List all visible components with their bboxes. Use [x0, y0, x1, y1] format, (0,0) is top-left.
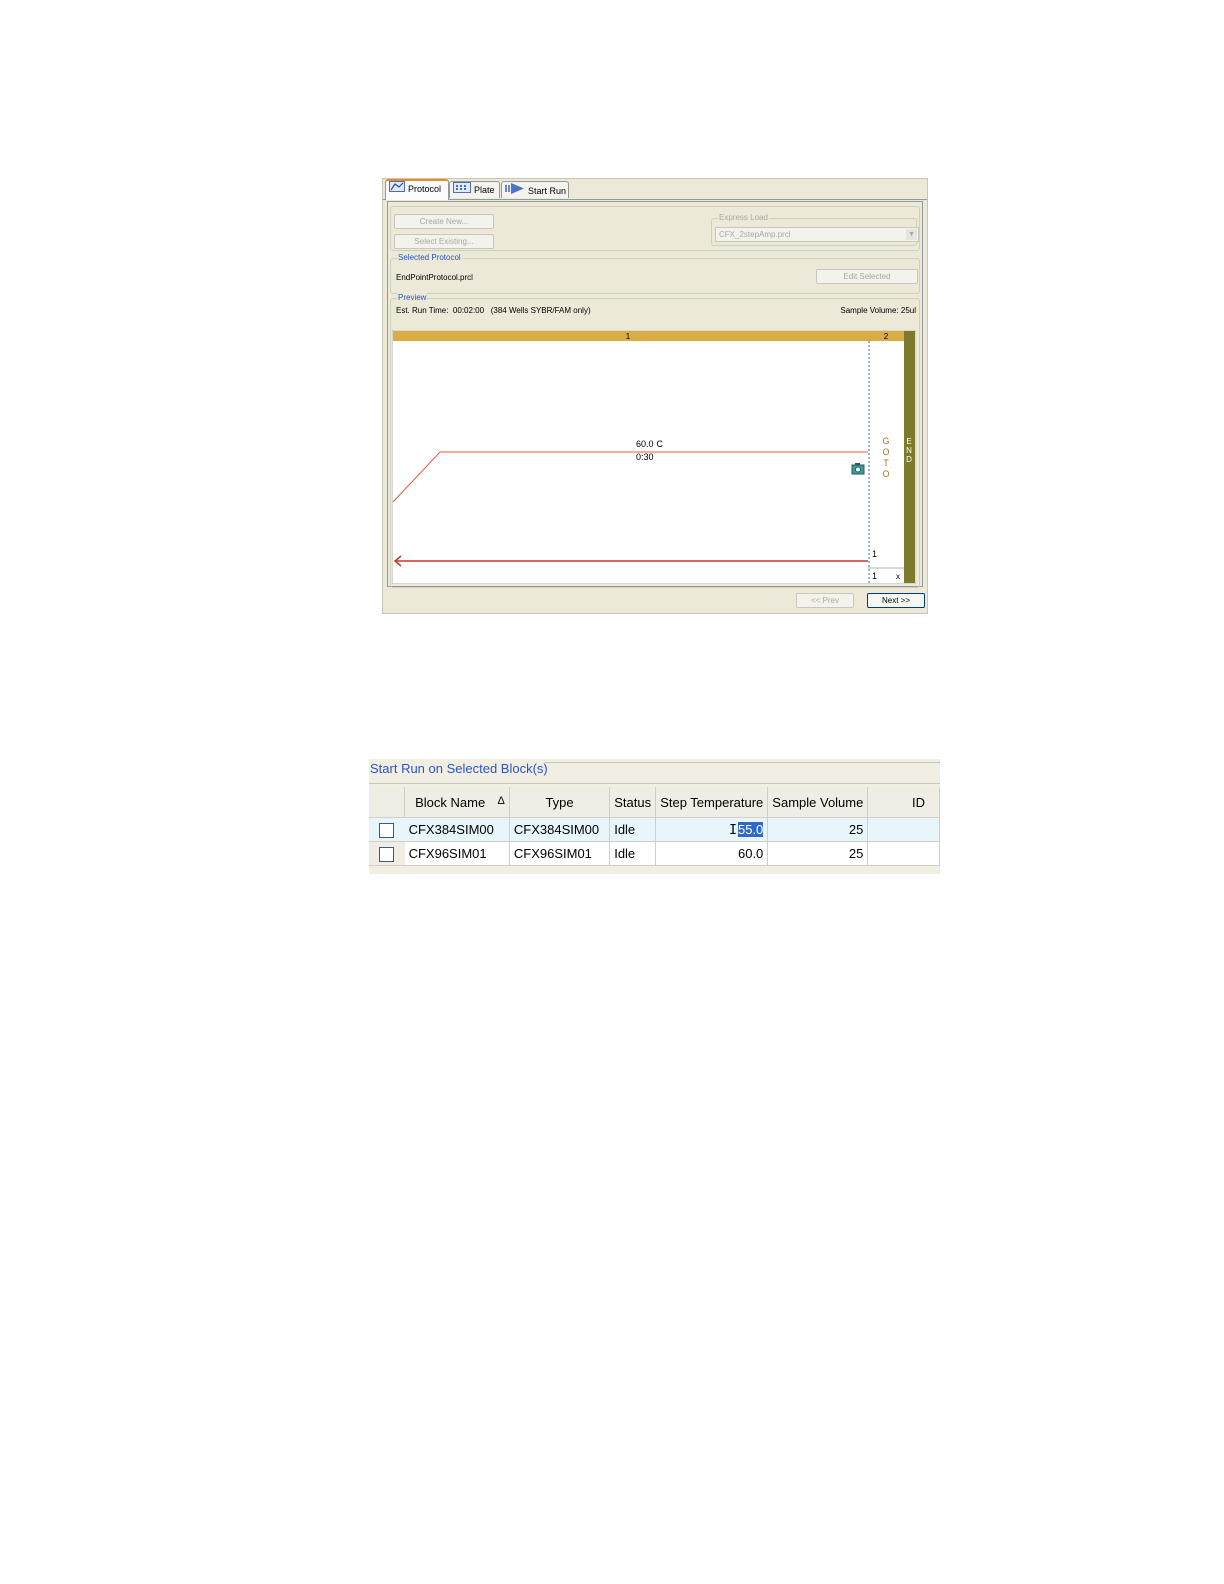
tab-start-run[interactable]: Start Run [501, 181, 569, 198]
end-letter: D [906, 455, 912, 464]
temperature-unit: C [657, 439, 664, 449]
express-load-select[interactable]: CFX_2stepAmp.prcl ▼ [715, 227, 919, 242]
header-block-name-label: Block Name [415, 794, 486, 810]
group-border [545, 762, 940, 763]
end-label: E N D [906, 437, 912, 464]
sample-volume-cell[interactable]: 25 [767, 817, 869, 842]
start-run-blocks-panel: Start Run on Selected Block(s) Block Nam… [369, 759, 940, 874]
step-hold-time: 0:30 [636, 452, 654, 462]
step-temperature-label: 60.0 C [636, 439, 664, 449]
graph-background [392, 330, 916, 584]
sample-volume-info: Sample Volume: 25ul [840, 306, 916, 315]
step-temperature-cell[interactable]: 60.0 [655, 841, 769, 866]
tab-protocol-label: Protocol [408, 184, 442, 194]
block-name-cell: CFX384SIM00 [404, 817, 510, 842]
header-step-temperature[interactable]: Step Temperature [655, 787, 769, 818]
table-header-row: Block Name Δ Type Status Step Temperatur… [369, 787, 940, 818]
end-letter: N [906, 446, 912, 455]
selected-protocol-label: Selected Protocol [397, 253, 462, 262]
type-cell: CFX96SIM01 [509, 841, 611, 866]
step-1-band [393, 331, 868, 341]
preview-label: Preview [397, 293, 428, 302]
chevron-down-icon[interactable]: ▼ [906, 229, 917, 240]
text-cursor-icon: I [729, 822, 737, 838]
header-id[interactable]: ID [867, 787, 940, 818]
edit-selected-button[interactable]: Edit Selected [816, 269, 918, 284]
goto-letter: T [883, 458, 889, 468]
goto-cycles[interactable]: 1 [872, 571, 877, 581]
prev-button[interactable]: << Prev [796, 593, 854, 608]
row-checkbox[interactable] [379, 846, 395, 862]
status-cell: Idle [609, 841, 657, 866]
status-cell: Idle [609, 817, 657, 842]
tab-plate[interactable]: Plate [449, 181, 500, 198]
create-new-button[interactable]: Create New... [394, 214, 494, 229]
plate-grid-icon [453, 182, 471, 199]
next-button[interactable]: Next >> [867, 593, 925, 608]
protocol-window: Protocol Plate Start Run Create New... S… [382, 178, 928, 614]
est-run-time: Est. Run Time: 00:02:00 (384 Wells SYBR/… [396, 306, 591, 315]
header-checkbox-column [369, 787, 406, 818]
step-2-number: 2 [884, 332, 889, 341]
type-cell: CFX384SIM00 [509, 817, 611, 842]
sample-volume-cell[interactable]: 25 [767, 841, 869, 866]
group-inner-border [369, 783, 940, 784]
row-select-cell [369, 841, 405, 866]
cycles-suffix: x [896, 572, 900, 581]
tab-plate-label: Plate [474, 185, 495, 195]
header-type[interactable]: Type [509, 787, 611, 818]
est-run-time-value: 00:02:00 [452, 306, 485, 315]
camera-icon [851, 463, 865, 475]
express-load-value: CFX_2stepAmp.prcl [719, 230, 791, 239]
header-status[interactable]: Status [609, 787, 657, 818]
id-cell[interactable] [867, 817, 940, 842]
start-run-arrow-icon [505, 182, 525, 201]
row-checkbox[interactable] [379, 822, 395, 838]
protocol-graph-icon [389, 181, 405, 198]
express-load-label: Express Load [718, 213, 769, 222]
goto-letter: O [882, 469, 889, 479]
protocol-preview-graph: 1 2 60.0 C 0:30 G O T O E N D 1 1 x [392, 330, 916, 584]
est-run-time-label: Est. Run Time: [396, 306, 449, 315]
table-row[interactable]: CFX384SIM00 CFX384SIM00 Idle I55.0 25 [369, 817, 940, 842]
selected-protocol-file: EndPointProtocol.prcl [396, 273, 473, 282]
header-sample-volume[interactable]: Sample Volume [767, 787, 869, 818]
step-temperature-input[interactable]: 55.0 [737, 821, 764, 837]
blocks-table: Block Name Δ Type Status Step Temperatur… [369, 787, 940, 866]
run-time-note: (384 Wells SYBR/FAM only) [490, 306, 591, 315]
goto-letter: G [882, 436, 889, 446]
step-temperature-cell[interactable]: I55.0 [655, 817, 769, 842]
goto-letter: O [882, 447, 889, 457]
goto-label: G O T O [882, 436, 889, 479]
tab-protocol[interactable]: Protocol [385, 179, 449, 200]
step-temperature-value: 60.0 [636, 439, 654, 449]
step-1-number: 1 [626, 332, 631, 341]
group-title: Start Run on Selected Block(s) [370, 761, 548, 776]
select-existing-button[interactable]: Select Existing... [394, 234, 494, 249]
tab-bar: Protocol Plate Start Run [383, 179, 927, 200]
row-select-cell [369, 817, 405, 842]
block-name-cell: CFX96SIM01 [404, 841, 510, 866]
protocol-panel: Create New... Select Existing... Express… [387, 201, 923, 588]
id-cell[interactable] [867, 841, 940, 866]
tab-start-run-label: Start Run [528, 185, 567, 196]
end-letter: E [906, 437, 911, 446]
goto-step-number: 1 [872, 549, 877, 559]
sort-ascending-icon: Δ [497, 794, 505, 807]
header-block-name[interactable]: Block Name Δ [404, 787, 510, 818]
table-row[interactable]: CFX96SIM01 CFX96SIM01 Idle 60.0 25 [369, 841, 940, 866]
